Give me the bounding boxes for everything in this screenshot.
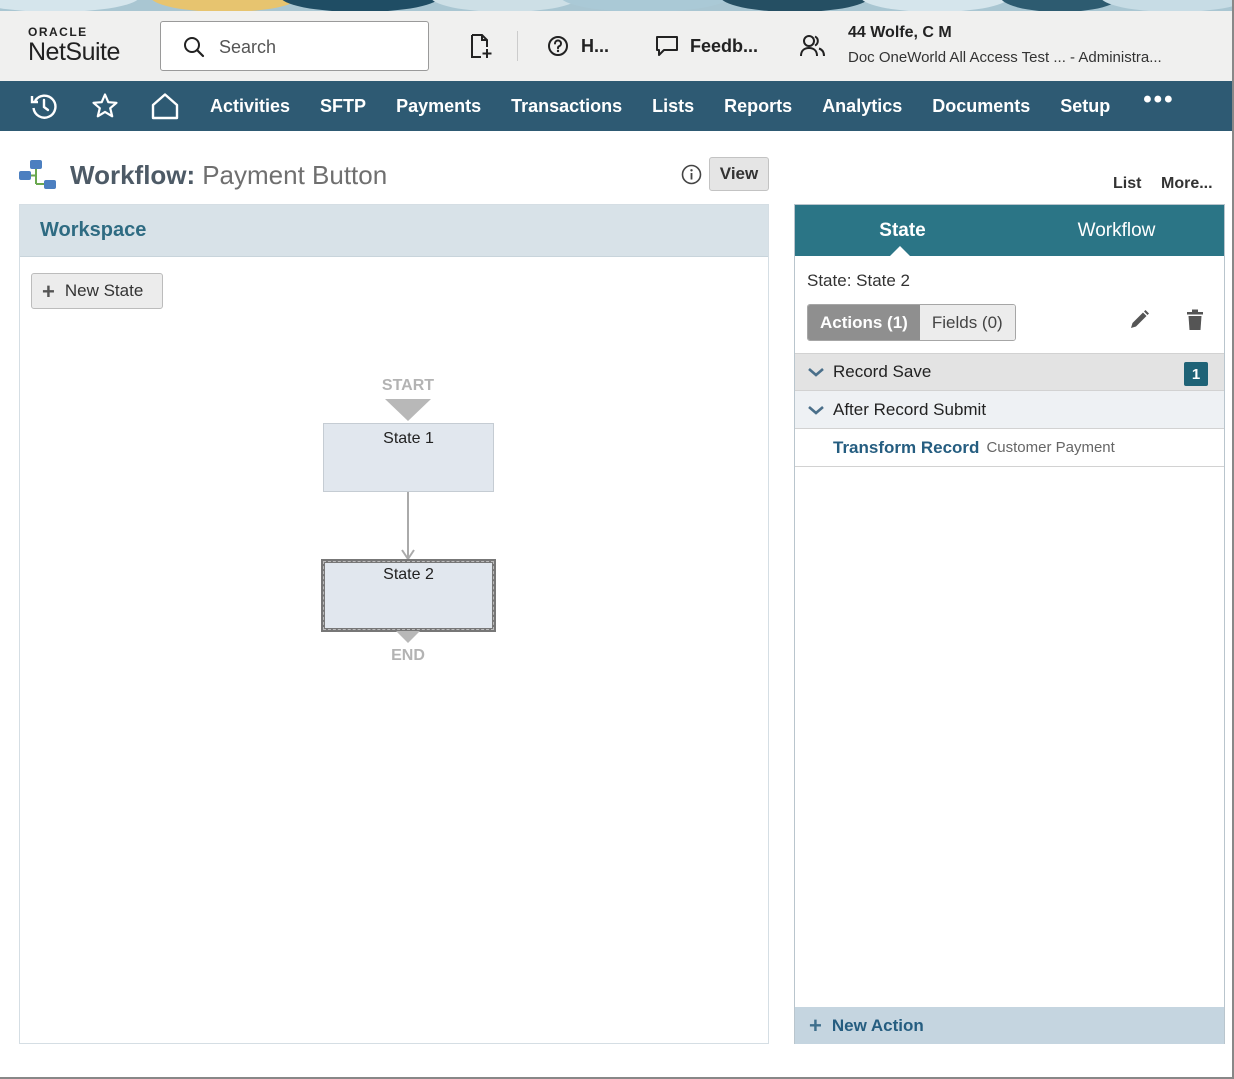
end-label: END xyxy=(391,647,425,664)
home-icon[interactable] xyxy=(150,92,180,120)
start-label: START xyxy=(381,377,435,394)
trigger-label: Record Save xyxy=(833,362,932,381)
delete-trash-icon[interactable] xyxy=(1186,309,1204,331)
new-state-button[interactable]: + New State xyxy=(31,273,163,309)
more-link[interactable]: More... xyxy=(1161,175,1213,193)
active-tab-indicator xyxy=(889,246,911,257)
workspace-title: Workspace xyxy=(40,219,147,241)
main-nav: Activities SFTP Payments Transactions Li… xyxy=(0,81,1234,131)
user-name: 44 Wolfe, C M xyxy=(848,24,952,41)
trigger-label: After Record Submit xyxy=(833,399,987,419)
page-title: Workflow: Payment Button xyxy=(18,155,387,195)
create-new-button[interactable] xyxy=(469,11,493,81)
feedback-button[interactable]: Feedb... xyxy=(655,11,758,81)
logo-netsuite-text: NetSuite xyxy=(28,38,120,66)
nav-more-icon[interactable]: ••• xyxy=(1125,86,1192,114)
netsuite-logo[interactable]: ORACLE NetSuite xyxy=(28,26,120,66)
state-1-label: State 1 xyxy=(383,430,434,447)
state-1-box[interactable]: State 1 xyxy=(323,423,494,492)
list-link[interactable]: List xyxy=(1113,175,1141,193)
transition-arrow[interactable] xyxy=(400,492,416,562)
user-role: Doc OneWorld All Access Test ... - Admin… xyxy=(848,49,1162,66)
nav-item-activities[interactable]: Activities xyxy=(195,96,305,117)
edit-pencil-icon[interactable] xyxy=(1128,309,1150,331)
help-label: H... xyxy=(581,35,610,56)
header-separator xyxy=(517,31,518,61)
search-icon xyxy=(184,37,205,58)
workspace-header: Workspace xyxy=(20,205,768,257)
global-search[interactable] xyxy=(160,21,429,71)
trigger-record-save[interactable]: Record Save 1 xyxy=(795,353,1224,391)
new-record-icon xyxy=(471,34,492,58)
page-title-value: Payment Button xyxy=(202,159,388,190)
plus-icon: + xyxy=(42,278,55,304)
actions-fields-toggle: Actions (1) Fields (0) xyxy=(807,304,1016,341)
action-count-badge: 1 xyxy=(1184,362,1208,386)
state-2-box[interactable]: State 2 xyxy=(321,559,496,632)
search-input[interactable] xyxy=(219,34,409,60)
nav-item-lists[interactable]: Lists xyxy=(637,96,709,117)
nav-menu: Activities SFTP Payments Transactions Li… xyxy=(195,81,1192,131)
plus-icon: + xyxy=(809,1013,822,1038)
workflow-icon xyxy=(19,160,56,189)
trigger-after-record-submit[interactable]: After Record Submit xyxy=(795,391,1224,429)
page-title-label: Workflow: xyxy=(70,159,196,190)
nav-item-transactions[interactable]: Transactions xyxy=(496,96,637,117)
nav-item-setup[interactable]: Setup xyxy=(1045,96,1125,117)
nav-item-sftp[interactable]: SFTP xyxy=(305,96,381,117)
nav-item-documents[interactable]: Documents xyxy=(917,96,1045,117)
users-icon xyxy=(800,35,825,57)
feedback-icon xyxy=(656,36,678,56)
nav-item-payments[interactable]: Payments xyxy=(381,96,496,117)
info-icon[interactable] xyxy=(681,164,702,185)
view-button[interactable]: View xyxy=(709,157,769,191)
app-header: ORACLE NetSuite H... Feedb... xyxy=(0,11,1234,81)
new-action-label: New Action xyxy=(831,1015,924,1035)
panel-tabs: State Workflow xyxy=(795,205,1224,257)
logo-oracle-text: ORACLE xyxy=(28,25,88,39)
new-state-label: New State xyxy=(64,281,144,300)
help-icon xyxy=(548,36,568,56)
header-decoration xyxy=(0,0,1234,11)
fields-tab[interactable]: Fields (0) xyxy=(919,305,1015,340)
action-description: Customer Payment xyxy=(986,439,1115,456)
feedback-label: Feedb... xyxy=(690,35,759,56)
chevron-down-icon xyxy=(808,405,824,415)
recent-history-icon[interactable] xyxy=(30,92,58,120)
actions-tab[interactable]: Actions (1) xyxy=(808,305,920,340)
state-properties-panel: State Workflow State: State 2 Actions (1… xyxy=(794,204,1225,1044)
chevron-down-icon xyxy=(808,368,824,377)
end-arrow-icon xyxy=(396,631,420,643)
favorites-star-icon[interactable] xyxy=(91,92,119,120)
tab-workflow[interactable]: Workflow xyxy=(1009,205,1224,256)
nav-item-analytics[interactable]: Analytics xyxy=(807,96,917,117)
help-button[interactable]: H... xyxy=(547,11,609,81)
start-arrow-icon xyxy=(385,399,431,421)
state-2-label: State 2 xyxy=(383,566,434,583)
workspace-panel: Workspace + New State START State 1 Stat… xyxy=(19,204,769,1044)
action-row: Transform Record Customer Payment xyxy=(795,429,1224,467)
new-action-button[interactable]: + New Action xyxy=(795,1007,1224,1044)
current-state-label: State: State 2 xyxy=(807,271,911,290)
action-name-link[interactable]: Transform Record xyxy=(833,438,979,458)
nav-item-reports[interactable]: Reports xyxy=(709,96,807,117)
